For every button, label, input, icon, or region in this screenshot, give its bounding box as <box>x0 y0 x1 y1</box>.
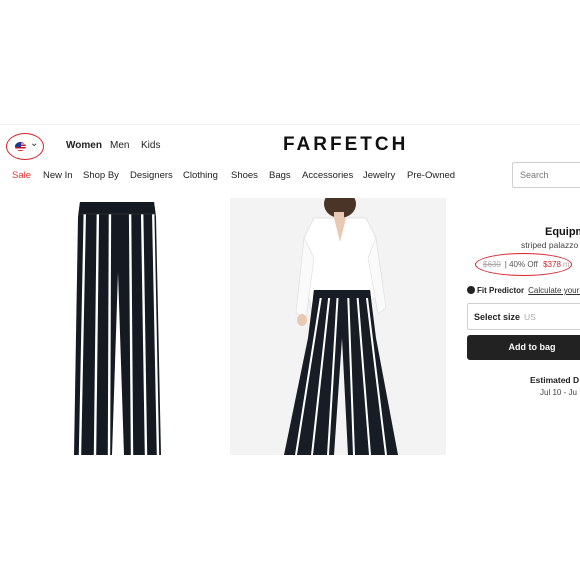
nav-shoes[interactable]: Shoes <box>231 170 258 181</box>
nav-sale[interactable]: Sale <box>12 170 31 181</box>
nav-clothing[interactable]: Clothing <box>183 170 218 181</box>
nav-new-in[interactable]: New In <box>43 170 73 181</box>
search-input[interactable]: Search <box>512 162 580 188</box>
price-highlight-circle <box>475 253 572 276</box>
product-brand[interactable]: Equipm <box>545 226 580 238</box>
fit-predictor-label: Fit Predictor <box>477 286 525 295</box>
striped-pants-image <box>74 202 161 455</box>
size-select-label: Select size <box>474 312 521 322</box>
nav-bags[interactable]: Bags <box>269 170 291 181</box>
tab-kids[interactable]: Kids <box>141 140 160 151</box>
hanger-icon <box>467 286 475 294</box>
nav-accessories[interactable]: Accessories <box>302 170 353 181</box>
fit-predictor[interactable]: Fit Predictor Calculate your s <box>467 286 580 295</box>
model-photo-image <box>230 198 446 455</box>
nav-jewelry[interactable]: Jewelry <box>363 170 395 181</box>
fit-predictor-link[interactable]: Calculate your s <box>528 286 580 295</box>
farfetch-logo[interactable]: FARFETCH <box>283 134 408 156</box>
product-image-model[interactable] <box>230 198 446 455</box>
product-name: striped palazzo <box>521 240 579 250</box>
nav-pre-owned[interactable]: Pre-Owned <box>407 170 455 181</box>
add-to-bag-button[interactable]: Add to bag <box>467 335 580 360</box>
header-divider <box>0 124 580 125</box>
estimated-delivery-dates: Jul 10 - Ju <box>540 388 577 397</box>
locale-highlight-circle <box>6 133 44 160</box>
tab-men[interactable]: Men <box>110 140 129 151</box>
product-image-flatlay[interactable] <box>68 202 166 455</box>
size-region: US <box>524 312 536 322</box>
tab-women[interactable]: Women <box>66 140 102 151</box>
search-placeholder: Search <box>520 170 549 180</box>
size-select[interactable]: Select size US <box>467 303 580 330</box>
nav-designers[interactable]: Designers <box>130 170 173 181</box>
estimated-delivery-label: Estimated D <box>530 375 580 385</box>
nav-shop-by[interactable]: Shop By <box>83 170 119 181</box>
